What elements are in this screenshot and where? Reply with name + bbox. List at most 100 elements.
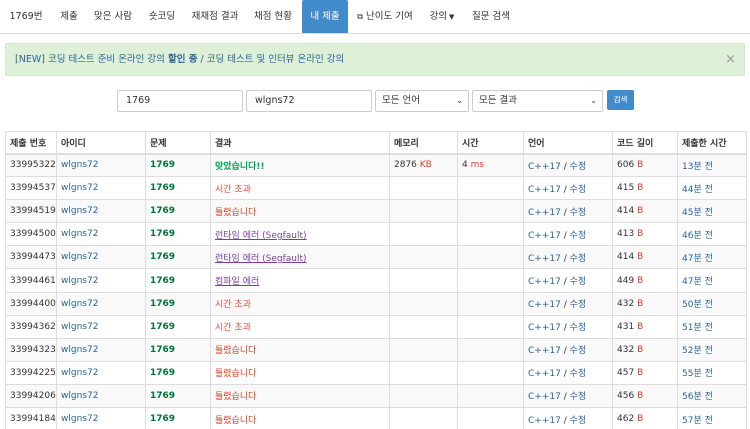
user-link[interactable]: wlgns72 bbox=[61, 299, 98, 309]
problem-link[interactable]: 1769 bbox=[150, 206, 175, 216]
submitted-time-link[interactable]: 44분 전 bbox=[682, 185, 713, 195]
user-id-input[interactable]: wlgns72 bbox=[246, 90, 372, 112]
cell-submitted-time: 51분 전 bbox=[677, 314, 747, 339]
submitted-time-link[interactable]: 46분 전 bbox=[682, 231, 713, 241]
problem-link[interactable]: 1769 bbox=[150, 229, 175, 239]
result-status[interactable]: 런타임 에러 (Segfault) bbox=[215, 254, 307, 264]
submitted-time-link[interactable]: 55분 전 bbox=[682, 369, 713, 379]
edit-link[interactable]: 수정 bbox=[570, 323, 587, 333]
submitted-time-link[interactable]: 52분 전 bbox=[682, 346, 713, 356]
language-link[interactable]: C++17 bbox=[528, 369, 561, 379]
problem-id-input[interactable]: 1769 bbox=[117, 90, 243, 112]
submitted-time-link[interactable]: 50분 전 bbox=[682, 300, 713, 310]
edit-link[interactable]: 수정 bbox=[570, 300, 587, 310]
submitted-time-link[interactable]: 47분 전 bbox=[682, 254, 713, 264]
user-link[interactable]: wlgns72 bbox=[61, 206, 98, 216]
user-link[interactable]: wlgns72 bbox=[61, 368, 98, 378]
result-status[interactable]: 런타임 에러 (Segfault) bbox=[215, 231, 307, 241]
problem-link[interactable]: 1769 bbox=[150, 414, 175, 424]
header-result: 결과 bbox=[210, 131, 390, 155]
problem-link[interactable]: 1769 bbox=[150, 345, 175, 355]
result-select-value: 모든 결과 bbox=[479, 95, 517, 106]
header-user: 아이디 bbox=[56, 131, 146, 155]
language-link[interactable]: C++17 bbox=[528, 416, 561, 426]
tab-question-search[interactable]: 질문 검색 bbox=[464, 0, 518, 33]
problem-link[interactable]: 1769 bbox=[150, 252, 175, 262]
result-status[interactable]: 컴파일 에러 bbox=[215, 277, 259, 287]
edit-link[interactable]: 수정 bbox=[570, 392, 587, 402]
alert-link-course[interactable]: 코딩 테스트 준비 온라인 강의 bbox=[48, 54, 165, 65]
edit-link[interactable]: 수정 bbox=[570, 231, 587, 241]
problem-link[interactable]: 1769 bbox=[150, 160, 175, 170]
time-value: 4 bbox=[462, 160, 468, 171]
language-link[interactable]: C++17 bbox=[528, 323, 561, 333]
cell-problem: 1769 bbox=[145, 176, 211, 201]
alert-link-interview[interactable]: 코딩 테스트 및 인터뷰 온라인 강의 bbox=[207, 54, 344, 65]
table-row: 33994461 wlgns72 1769 컴파일 에러 C++17 / 수정 449 … bbox=[5, 268, 747, 293]
code-length-value: 432 bbox=[617, 298, 635, 309]
submitted-time-link[interactable]: 51분 전 bbox=[682, 323, 713, 333]
code-length-value: 462 bbox=[617, 414, 635, 425]
problem-link[interactable]: 1769 bbox=[150, 322, 175, 332]
language-link[interactable]: C++17 bbox=[528, 277, 561, 287]
user-link[interactable]: wlgns72 bbox=[61, 276, 98, 286]
language-link[interactable]: C++17 bbox=[528, 346, 561, 356]
submitted-time-link[interactable]: 56분 전 bbox=[682, 392, 713, 402]
header-submitted-time: 제출한 시간 bbox=[677, 131, 747, 155]
user-link[interactable]: wlgns72 bbox=[61, 322, 98, 332]
tab-my-submissions[interactable]: 내 제출 bbox=[302, 0, 348, 33]
language-select[interactable]: 모든 언어 ⌄ bbox=[375, 90, 469, 112]
user-link[interactable]: wlgns72 bbox=[61, 345, 98, 355]
problem-link[interactable]: 1769 bbox=[150, 368, 175, 378]
tab-status[interactable]: 채점 현황 bbox=[246, 0, 300, 33]
language-link[interactable]: C++17 bbox=[528, 231, 561, 241]
tab-lectures[interactable]: 강의 ▼ bbox=[422, 0, 462, 33]
result-select[interactable]: 모든 결과 ⌄ bbox=[472, 90, 603, 112]
code-length-unit: B bbox=[637, 344, 644, 355]
edit-link[interactable]: 수정 bbox=[570, 208, 587, 218]
edit-link[interactable]: 수정 bbox=[570, 346, 587, 356]
search-button[interactable]: 검색 bbox=[607, 90, 634, 110]
user-link[interactable]: wlgns72 bbox=[61, 252, 98, 262]
table-row: 33994323 wlgns72 1769 틀렸습니다 C++17 / 수정 432 B… bbox=[5, 337, 747, 362]
submitted-time-link[interactable]: 57분 전 bbox=[682, 416, 713, 426]
language-link[interactable]: C++17 bbox=[528, 162, 561, 172]
language-link[interactable]: C++17 bbox=[528, 208, 561, 218]
user-link[interactable]: wlgns72 bbox=[61, 391, 98, 401]
alert-discount[interactable]: 할인 중 bbox=[168, 54, 198, 65]
edit-link[interactable]: 수정 bbox=[570, 369, 587, 379]
language-link[interactable]: C++17 bbox=[528, 392, 561, 402]
problem-link[interactable]: 1769 bbox=[150, 276, 175, 286]
result-status: 틀렸습니다 bbox=[215, 392, 257, 403]
problem-link[interactable]: 1769 bbox=[150, 391, 175, 401]
cell-user: wlgns72 bbox=[56, 291, 146, 316]
close-icon[interactable]: × bbox=[725, 44, 736, 75]
submitted-time-link[interactable]: 45분 전 bbox=[682, 208, 713, 218]
tab-problem[interactable]: 1769번 bbox=[2, 0, 50, 33]
submitted-time-link[interactable]: 13분 전 bbox=[682, 162, 713, 172]
user-link[interactable]: wlgns72 bbox=[61, 414, 98, 424]
submitted-time-link[interactable]: 47분 전 bbox=[682, 277, 713, 287]
tab-short-coding[interactable]: 숏코딩 bbox=[140, 0, 184, 33]
tab-correct-users[interactable]: 맞은 사람 bbox=[88, 0, 138, 33]
tab-submit[interactable]: 제출 bbox=[52, 0, 86, 33]
edit-link[interactable]: 수정 bbox=[570, 416, 587, 426]
edit-link[interactable]: 수정 bbox=[570, 162, 587, 172]
cell-submitted-time: 50분 전 bbox=[677, 291, 747, 316]
user-link[interactable]: wlgns72 bbox=[61, 229, 98, 239]
user-link[interactable]: wlgns72 bbox=[61, 160, 98, 170]
language-link[interactable]: C++17 bbox=[528, 300, 561, 310]
problem-link[interactable]: 1769 bbox=[150, 299, 175, 309]
user-link[interactable]: wlgns72 bbox=[61, 183, 98, 193]
language-link[interactable]: C++17 bbox=[528, 254, 561, 264]
tab-rejudge-result[interactable]: 재채점 결과 bbox=[186, 0, 244, 33]
edit-link[interactable]: 수정 bbox=[570, 185, 587, 195]
language-link[interactable]: C++17 bbox=[528, 185, 561, 195]
cell-problem: 1769 bbox=[145, 245, 211, 270]
cell-submitted-time: 47분 전 bbox=[677, 268, 747, 293]
tab-difficulty[interactable]: ⧉ 난이도 기여 bbox=[350, 0, 420, 33]
problem-link[interactable]: 1769 bbox=[150, 183, 175, 193]
cell-user: wlgns72 bbox=[56, 268, 146, 293]
edit-link[interactable]: 수정 bbox=[570, 277, 587, 287]
edit-link[interactable]: 수정 bbox=[570, 254, 587, 264]
